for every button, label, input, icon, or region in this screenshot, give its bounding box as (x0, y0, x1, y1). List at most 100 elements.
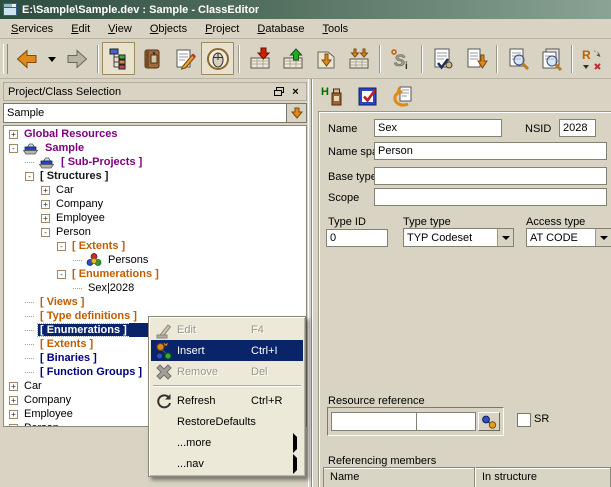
menu-database[interactable]: Database (248, 20, 313, 38)
typeid-field[interactable] (326, 229, 388, 247)
titlebar[interactable]: E:\Sample\Sample.dev : Sample - ClassEdi… (0, 0, 611, 19)
expand-icon[interactable]: + (41, 186, 50, 195)
tree-item-enumerations[interactable]: -[ Enumerations ] (4, 267, 306, 281)
menu-view[interactable]: View (99, 20, 141, 38)
collapse-icon[interactable]: - (57, 242, 66, 251)
enumeration-form: Name NSID Name space Base type Scope Typ… (318, 111, 611, 487)
export-document-button[interactable] (459, 42, 492, 75)
tree-context-menu: EditF4InsertCtrl+IRemoveDelRefreshCtrl+R… (148, 316, 306, 477)
context-menu-insert[interactable]: InsertCtrl+I (151, 340, 303, 361)
collapse-icon[interactable]: - (41, 228, 50, 237)
expand-icon[interactable]: + (9, 424, 18, 428)
context-menu-refresh[interactable]: RefreshCtrl+R (151, 390, 303, 411)
tree-item-sample[interactable]: -Sample (4, 141, 306, 155)
history-button[interactable]: H (320, 83, 345, 108)
accesstype-select[interactable]: AT CODE (526, 228, 611, 247)
typetype-dropdown-button[interactable] (497, 229, 513, 246)
typetype-select[interactable]: TYP Codeset (403, 228, 514, 247)
class-tree-button[interactable] (102, 42, 135, 75)
menu-objects[interactable]: Objects (141, 20, 196, 38)
context-menu-more[interactable]: ...more (151, 432, 303, 453)
column-header-name[interactable]: Name (323, 467, 475, 487)
doc-down-icon (464, 47, 488, 71)
expand-icon[interactable]: + (9, 410, 18, 419)
nsid-field[interactable] (559, 119, 596, 137)
column-header-in-structure[interactable]: In structure (475, 467, 611, 487)
scope-field[interactable] (374, 188, 607, 206)
db-update-button[interactable] (342, 42, 375, 75)
nav-dropdown-button[interactable] (43, 42, 60, 75)
tree-item-persons[interactable]: Persons (4, 253, 306, 267)
refactor-nav-button[interactable]: R (576, 42, 609, 75)
edit-document-button[interactable] (168, 42, 201, 75)
menu-services[interactable]: Services (2, 20, 62, 38)
basetype-field[interactable] (374, 167, 607, 185)
script-info-button[interactable]: Si (384, 42, 417, 75)
menu-item-label: Insert (177, 345, 251, 357)
collapse-icon[interactable]: - (25, 172, 34, 181)
nsid-label: NSID (525, 123, 551, 135)
menu-tools[interactable]: Tools (313, 20, 357, 38)
dropdown-icon (47, 54, 57, 64)
apply-button[interactable] (355, 83, 380, 108)
menu-item-shortcut: Ctrl+I (251, 345, 293, 357)
resource-reference-field[interactable] (331, 412, 476, 431)
name-field[interactable] (374, 119, 502, 137)
mouse-mode-button[interactable] (201, 42, 234, 75)
panel-header: Project/Class Selection × (3, 82, 307, 101)
revert-button[interactable] (390, 83, 415, 108)
tree-item-employee[interactable]: +Employee (4, 211, 306, 225)
expand-icon[interactable]: + (9, 382, 18, 391)
accesstype-dropdown-button[interactable] (595, 229, 611, 246)
project-combo-input[interactable] (4, 104, 286, 122)
sr-checkbox[interactable] (517, 413, 531, 427)
tree-item-person[interactable]: -Person (4, 225, 306, 239)
db-send-button[interactable] (309, 42, 342, 75)
svg-text:R: R (582, 48, 591, 62)
namespace-field[interactable] (374, 142, 607, 160)
tree-item-extents[interactable]: -[ Extents ] (4, 239, 306, 253)
context-menu-edit[interactable]: EditF4 (151, 319, 303, 340)
menu-edit[interactable]: Edit (62, 20, 99, 38)
float-icon (274, 87, 284, 96)
context-menu-restoredefaults[interactable]: RestoreDefaults (151, 411, 303, 432)
nav-forward-button[interactable] (60, 42, 93, 75)
classeditor-window: E:\Sample\Sample.dev : Sample - ClassEdi… (0, 0, 611, 487)
expand-icon[interactable]: + (41, 214, 50, 223)
expand-icon[interactable]: + (9, 396, 18, 405)
tree-item-sex-2028[interactable]: Sex|2028 (4, 281, 306, 295)
tree-item-views[interactable]: [ Views ] (4, 295, 306, 309)
db-checkin-button[interactable] (243, 42, 276, 75)
db-checkout-button[interactable] (276, 42, 309, 75)
tree-item-structures[interactable]: -[ Structures ] (4, 169, 306, 183)
collapse-icon[interactable]: - (57, 270, 66, 279)
verify-document-button[interactable] (426, 42, 459, 75)
collapse-icon[interactable]: - (9, 144, 18, 153)
tree-item-car[interactable]: +Car (4, 183, 306, 197)
app-icon[interactable] (3, 3, 17, 16)
project-combo-dropdown-button[interactable] (286, 104, 306, 122)
nav-back-button[interactable] (10, 42, 43, 75)
close-panel-button[interactable]: × (288, 85, 303, 98)
apply-icon (356, 84, 380, 108)
tree-item-sub-projects[interactable]: [ Sub-Projects ] (4, 155, 306, 169)
context-menu-remove[interactable]: RemoveDel (151, 361, 303, 382)
expand-icon[interactable]: + (9, 130, 18, 139)
tree-item-label: Employee (22, 408, 75, 420)
context-menu-nav[interactable]: ...nav (151, 453, 303, 474)
tree-item-company[interactable]: +Company (4, 197, 306, 211)
expand-icon[interactable]: + (41, 200, 50, 209)
toolbar-grip[interactable] (3, 44, 8, 74)
submenu-arrow-icon (293, 433, 297, 453)
toolbar: Si R (0, 39, 611, 79)
tree-item-label: Person (22, 422, 61, 427)
menu-icon-slot (151, 342, 177, 360)
float-panel-button[interactable] (271, 85, 286, 98)
submenu-arrow-slot (293, 437, 303, 449)
resource-picker-button[interactable] (478, 412, 500, 431)
log-book-button[interactable] (135, 42, 168, 75)
find-in-documents-button[interactable] (534, 42, 567, 75)
tree-item-global-resources[interactable]: +Global Resources (4, 127, 306, 141)
find-in-document-button[interactable] (501, 42, 534, 75)
menu-project[interactable]: Project (196, 20, 248, 38)
